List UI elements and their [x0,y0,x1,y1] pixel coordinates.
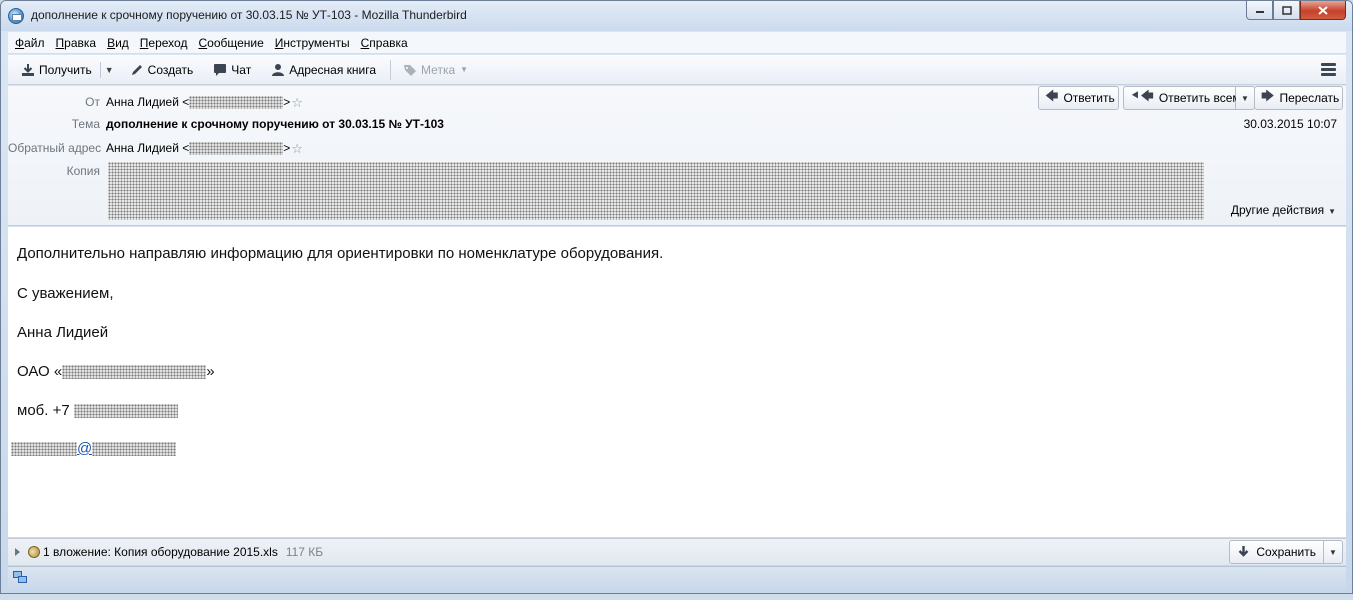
redacted-email [189,142,284,156]
thunderbird-app-icon[interactable] [8,8,24,24]
chevron-down-icon: ▼ [460,65,469,74]
minimize-icon [1255,11,1264,13]
forward-arrow-icon: 🡆 [1261,88,1275,103]
from-value[interactable]: Анна Лидией < > [106,95,290,110]
online-status-icon[interactable] [13,571,27,584]
reply-button[interactable]: 🡄 Ответить [1038,86,1119,110]
menu-bar: Файл Правка Вид Переход Сообщение Инстру… [8,32,1346,54]
pencil-icon [131,64,142,75]
expand-attachments-toggle[interactable] [15,548,20,556]
close-button[interactable] [1300,1,1346,20]
title-bar: дополнение к срочному поручению от 30.03… [1,1,1352,31]
body-company: ОАО «» [17,363,215,380]
write-button[interactable]: Создать [126,59,198,81]
reply-to-value[interactable]: Анна Лидией < > [106,141,290,156]
message-date: 30.03.2015 10:07 [1243,117,1337,131]
minimize-button[interactable] [1246,1,1273,20]
forward-button[interactable]: 🡆 Переслать [1254,86,1343,110]
attachment-size: 117 КБ [285,545,324,559]
download-icon [22,63,34,76]
status-bar [8,566,1346,588]
reply-to-row: Обратный адрес Анна Лидией < > ☆ [8,140,304,156]
menu-tools[interactable]: Инструменты [275,36,350,50]
subject-value: дополнение к срочному поручению от 30.03… [106,117,444,131]
body-signature-name: Анна Лидией [17,324,109,341]
chat-button[interactable]: Чат [209,59,255,81]
cc-row: Копия [8,163,106,179]
download-arrow-icon [1239,546,1249,557]
reply-arrow-icon: 🡄 [1045,88,1059,103]
chevron-down-icon: ▼ [104,64,114,75]
close-icon [1318,5,1328,15]
from-row: От Анна Лидией < > ☆ [8,94,304,110]
redacted-company [62,365,207,380]
window-controls [1246,1,1346,20]
from-label: От [85,95,100,109]
message-header: От Анна Лидией < > ☆ Тема дополнение к ср… [8,86,1346,226]
save-attachment-button[interactable]: Сохранить [1229,540,1324,564]
reply-to-label: Обратный адрес [8,141,102,155]
subject-label: Тема [71,117,100,131]
main-toolbar: Получить ▼ Создать Чат Адресная книга Ме… [8,55,1346,85]
chevron-down-icon: ▼ [1241,93,1249,103]
attachment-icon [25,543,43,561]
app-menu-button[interactable] [1321,63,1336,76]
attachment-bar: 1 вложение: Копия оборудование 2015.xls … [8,538,1346,565]
address-book-button[interactable]: Адресная книга [267,59,380,81]
menu-view[interactable]: Вид [107,36,129,50]
other-actions-menu[interactable]: Другие действия ▼ [1231,203,1336,217]
reply-all-dropdown[interactable]: ▼ [1236,86,1255,110]
menu-help[interactable]: Справка [361,36,408,50]
star-icon[interactable]: ☆ [291,142,304,155]
redacted-email-domain [92,442,177,457]
window-title: дополнение к срочному поручению от 30.03… [31,8,467,22]
menu-message[interactable]: Сообщение [198,36,263,50]
cc-recipients-redacted [108,162,1204,220]
thunderbird-window: дополнение к срочному поручению от 30.03… [0,0,1353,594]
chat-bubble-icon [214,63,227,76]
tag-button[interactable]: Метка ▼ [399,59,472,81]
message-body: Дополнительно направляю информацию для о… [8,227,1346,537]
hamburger-icon [1321,63,1336,66]
subject-row: Тема дополнение к срочному поручению от … [8,116,444,132]
save-attachment-dropdown[interactable]: ▼ [1324,540,1343,564]
body-line-1: Дополнительно направляю информацию для о… [17,245,664,262]
maximize-icon [1281,5,1292,15]
menu-go[interactable]: Переход [140,36,188,50]
get-mail-button[interactable]: Получить [17,59,96,81]
star-icon[interactable]: ☆ [291,96,304,109]
get-mail-dropdown[interactable]: ▼ [105,65,114,75]
person-icon [272,63,285,76]
body-line-2: С уважением, [17,285,114,302]
body-mobile: моб. +7 [17,402,178,419]
body-email-link[interactable]: @ [11,440,177,457]
redacted-phone [73,404,178,419]
cc-label: Копия [66,164,100,178]
maximize-button[interactable] [1273,1,1300,20]
attachment-label[interactable]: 1 вложение: Копия оборудование 2015.xls [43,545,278,559]
redacted-email [189,96,284,110]
redacted-email-local [11,442,77,457]
chevron-down-icon: ▼ [1329,547,1337,557]
menu-edit[interactable]: Правка [56,36,97,50]
reply-all-icon: ⯇🡄 [1130,88,1154,103]
reply-all-button[interactable]: ⯇🡄 Ответить всем [1123,86,1241,110]
chevron-down-icon: ▼ [1328,207,1336,216]
tag-icon [404,64,417,76]
menu-file[interactable]: Файл [15,36,45,50]
